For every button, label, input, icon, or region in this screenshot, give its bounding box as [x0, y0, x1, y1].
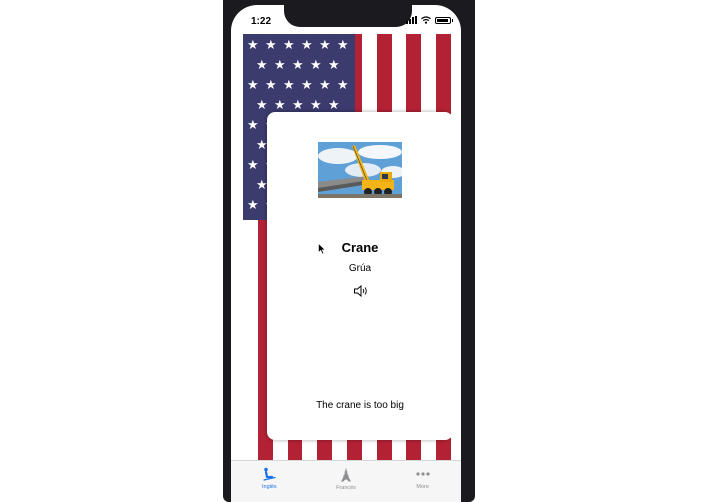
flag-star: ★	[247, 118, 259, 133]
tab-more[interactable]: More	[384, 461, 461, 502]
flag-star: ★	[247, 198, 259, 213]
speaker-icon[interactable]	[353, 284, 369, 298]
tab-ingles[interactable]: Inglés	[231, 461, 308, 502]
flag-star: ★	[247, 78, 259, 93]
flag-background: ★★★★★★★★★★★★★★★★★★★★★★★★★★★★★★★★★★★★★★★★…	[243, 34, 451, 465]
flag-star: ★	[301, 78, 313, 93]
flag-star: ★	[274, 58, 286, 73]
tab-label-more: More	[416, 484, 429, 490]
card-translation: Grúa	[348, 263, 372, 274]
card-example-sentence: The crane is too big	[316, 400, 404, 411]
flag-star: ★	[319, 38, 331, 53]
crane-photo	[318, 142, 402, 198]
flag-star: ★	[319, 78, 331, 93]
flag-star: ★	[310, 58, 322, 73]
battery-icon	[435, 16, 453, 24]
flag-star: ★	[283, 78, 295, 93]
flag-star: ★	[328, 98, 340, 113]
person-skiing-icon	[263, 467, 276, 481]
tab-bar: Inglés Francés More	[231, 460, 461, 502]
more-dots-icon	[416, 472, 430, 476]
signal-icon	[406, 16, 417, 24]
phone-screen: 1:22 ★★★★★★★★★★★★★★★★★★★★★★★★★★★★★★★★★★★…	[231, 5, 461, 502]
tab-frances[interactable]: Francés	[308, 461, 385, 502]
flag-star: ★	[292, 58, 304, 73]
flag-star: ★	[310, 98, 322, 113]
mouse-pointer-icon	[318, 243, 326, 255]
flashcard[interactable]: Crane Grúa The crane is too big	[267, 112, 451, 440]
flag-star: ★	[247, 38, 259, 53]
flag-star: ★	[256, 98, 268, 113]
flag-star: ★	[292, 98, 304, 113]
flag-star: ★	[265, 78, 277, 93]
flag-star: ★	[256, 138, 268, 153]
notch	[284, 5, 412, 27]
flag-star: ★	[265, 38, 277, 53]
flag-star: ★	[274, 98, 286, 113]
flag-star: ★	[247, 158, 259, 173]
flag-star: ★	[256, 58, 268, 73]
status-time: 1:22	[251, 16, 272, 27]
flag-star: ★	[283, 38, 295, 53]
flag-star: ★	[328, 58, 340, 73]
tab-label-ingles: Inglés	[261, 484, 277, 490]
flag-star: ★	[301, 38, 313, 53]
flag-star: ★	[337, 38, 349, 53]
flag-star: ★	[337, 78, 349, 93]
status-icons	[406, 16, 453, 24]
wifi-icon	[421, 16, 431, 24]
flag-star: ★	[256, 178, 268, 193]
tab-label-frances: Francés	[336, 485, 356, 491]
card-word: Crane	[341, 240, 379, 255]
eiffel-tower-icon	[341, 467, 351, 482]
